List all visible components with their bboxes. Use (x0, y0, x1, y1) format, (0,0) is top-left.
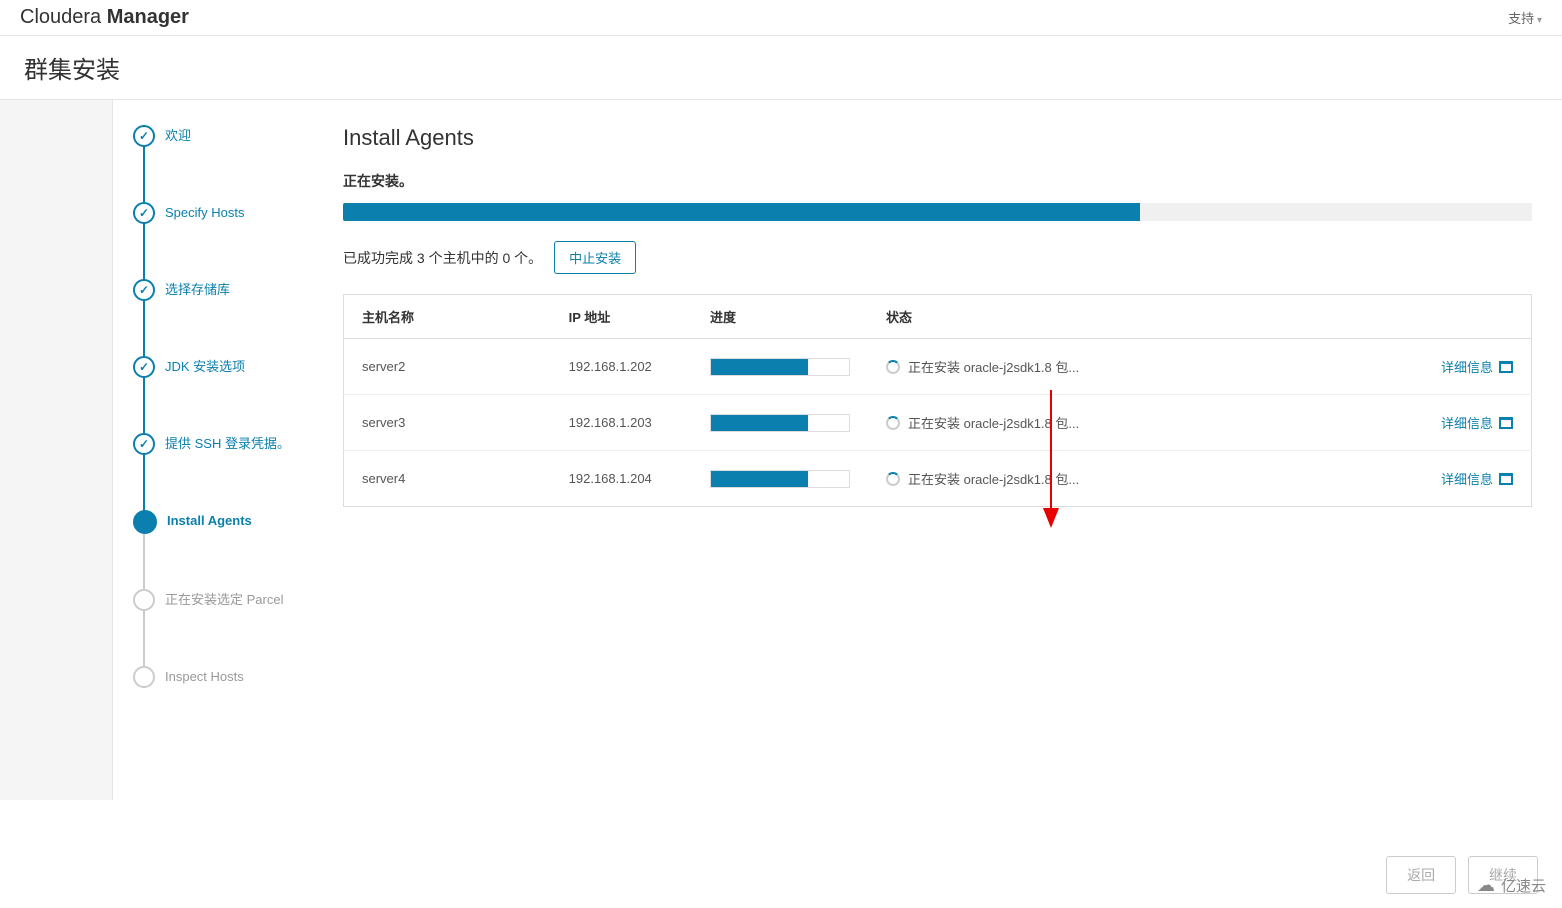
logo-bold: Manager (107, 6, 189, 28)
row-progress-bar (711, 471, 808, 487)
left-spacer (0, 100, 113, 800)
step-connector (143, 609, 145, 669)
detail-link[interactable]: 详细信息 (1433, 469, 1513, 488)
step-label: Install Agents (167, 510, 252, 530)
step-connector (143, 530, 145, 590)
install-status: 正在安装。 (343, 171, 1532, 191)
row-progress (710, 470, 850, 488)
step-connector (143, 299, 145, 359)
ip-cell: 192.168.1.202 (551, 339, 692, 395)
status-cell: 正在安装 oracle-j2sdk1.8 包... (868, 395, 1415, 451)
step-label: 选择存储库 (165, 279, 230, 299)
status-cell: 正在安装 oracle-j2sdk1.8 包... (868, 339, 1415, 395)
progress-cell (692, 339, 868, 395)
back-button[interactable]: 返回 (1386, 856, 1456, 894)
wizard-step-inspect: Inspect Hosts (133, 666, 298, 688)
step-label: Specify Hosts (165, 202, 244, 222)
wizard-step-ssh[interactable]: 提供 SSH 登录凭据。 (133, 433, 298, 455)
progress-info: 已成功完成 3 个主机中的 0 个。 中止安装 (343, 241, 1532, 274)
window-icon (1499, 473, 1513, 485)
step-label: JDK 安装选项 (165, 356, 245, 376)
check-icon (133, 433, 155, 455)
row-progress-bar (711, 415, 808, 431)
step-connector (143, 145, 145, 205)
wizard-step-install-agents[interactable]: Install Agents (133, 510, 298, 534)
step-connector (143, 376, 145, 436)
row-progress (710, 358, 850, 376)
detail-cell: 详细信息 (1415, 395, 1531, 451)
main-title: Install Agents (343, 125, 1532, 151)
cloud-icon: ☁ (1477, 875, 1495, 896)
check-icon (133, 356, 155, 378)
step-connector (143, 222, 145, 282)
step-label: Inspect Hosts (165, 666, 244, 686)
watermark: ☁ 亿速云 (1477, 875, 1546, 896)
col-header-progress: 进度 (692, 295, 868, 339)
spinner-icon (886, 360, 900, 374)
col-header-host: 主机名称 (344, 295, 551, 339)
step-label: 欢迎 (165, 125, 191, 145)
status-text: 正在安装 oracle-j2sdk1.8 包... (908, 413, 1079, 432)
watermark-text: 亿速云 (1501, 875, 1546, 896)
wizard-step-parcel: 正在安装选定 Parcel (133, 589, 298, 611)
progress-text: 已成功完成 3 个主机中的 0 个。 (343, 248, 542, 268)
content-wrapper: 欢迎 Specify Hosts 选择存储库 JDK 安装选项 提供 SSH 登… (0, 100, 1562, 800)
abort-install-button[interactable]: 中止安装 (554, 241, 636, 274)
progress-cell (692, 451, 868, 507)
row-progress-bar (711, 359, 808, 375)
detail-cell: 详细信息 (1415, 339, 1531, 395)
table-header-row: 主机名称 IP 地址 进度 状态 (344, 295, 1532, 339)
support-dropdown[interactable]: 支持 (1508, 8, 1542, 27)
window-icon (1499, 361, 1513, 373)
check-icon (133, 125, 155, 147)
col-header-ip: IP 地址 (551, 295, 692, 339)
header: Cloudera Manager 支持 (0, 0, 1562, 36)
active-step-icon (133, 510, 157, 534)
page-title: 群集安装 (0, 36, 1562, 100)
detail-cell: 详细信息 (1415, 451, 1531, 507)
ip-cell: 192.168.1.204 (551, 451, 692, 507)
step-label: 提供 SSH 登录凭据。 (165, 433, 290, 453)
check-icon (133, 279, 155, 301)
col-header-detail (1415, 295, 1531, 339)
hosts-table: 主机名称 IP 地址 进度 状态 server2 192.168.1.202 (343, 294, 1532, 507)
row-progress (710, 414, 850, 432)
main-content: Install Agents 正在安装。 已成功完成 3 个主机中的 0 个。 … (313, 100, 1562, 800)
detail-text: 详细信息 (1441, 469, 1493, 488)
status-text: 正在安装 oracle-j2sdk1.8 包... (908, 357, 1079, 376)
spinner-icon (886, 472, 900, 486)
logo-prefix: Cloudera (20, 6, 107, 28)
spinner-icon (886, 416, 900, 430)
detail-link[interactable]: 详细信息 (1433, 413, 1513, 432)
detail-link[interactable]: 详细信息 (1433, 357, 1513, 376)
overall-progress-bar (343, 203, 1140, 221)
table-row: server4 192.168.1.204 正在安装 oracle-j2sdk1… (344, 451, 1532, 507)
detail-text: 详细信息 (1441, 413, 1493, 432)
overall-progress (343, 203, 1532, 221)
status-cell: 正在安装 oracle-j2sdk1.8 包... (868, 451, 1415, 507)
check-icon (133, 202, 155, 224)
step-label: 正在安装选定 Parcel (165, 589, 283, 609)
ip-cell: 192.168.1.203 (551, 395, 692, 451)
host-cell: server4 (344, 451, 551, 507)
window-icon (1499, 417, 1513, 429)
logo[interactable]: Cloudera Manager (20, 6, 189, 29)
wizard-step-specify-hosts[interactable]: Specify Hosts (133, 202, 298, 224)
wizard-step-repository[interactable]: 选择存储库 (133, 279, 298, 301)
host-cell: server2 (344, 339, 551, 395)
detail-text: 详细信息 (1441, 357, 1493, 376)
status-text: 正在安装 oracle-j2sdk1.8 包... (908, 469, 1079, 488)
wizard-steps: 欢迎 Specify Hosts 选择存储库 JDK 安装选项 提供 SSH 登… (113, 100, 313, 800)
pending-step-icon (133, 589, 155, 611)
table-row: server2 192.168.1.202 正在安装 oracle-j2sdk1… (344, 339, 1532, 395)
footer: 返回 继续 (0, 842, 1562, 908)
wizard-step-welcome[interactable]: 欢迎 (133, 125, 298, 147)
col-header-status: 状态 (868, 295, 1415, 339)
wizard-step-jdk[interactable]: JDK 安装选项 (133, 356, 298, 378)
host-cell: server3 (344, 395, 551, 451)
progress-cell (692, 395, 868, 451)
table-row: server3 192.168.1.203 正在安装 oracle-j2sdk1… (344, 395, 1532, 451)
pending-step-icon (133, 666, 155, 688)
